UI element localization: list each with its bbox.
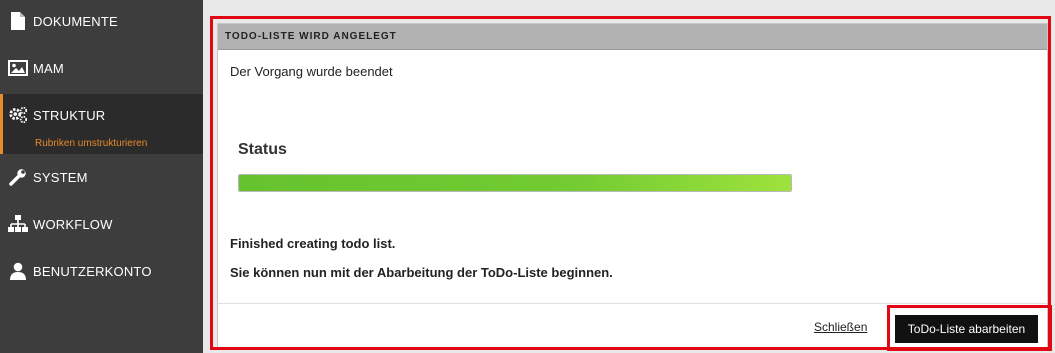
progress-bar [238,174,792,192]
close-link[interactable]: Schließen [814,320,867,334]
sidebar-item-mam[interactable]: MAM [0,47,203,89]
user-icon [8,261,28,281]
sidebar-item-system[interactable]: SYSTEM [0,156,203,198]
sidebar-item-dokumente[interactable]: DOKUMENTE [0,0,203,42]
image-icon [8,58,28,78]
process-todo-list-button[interactable]: ToDo-Liste abarbeiten [895,315,1038,343]
sidebar-item-workflow[interactable]: WORKFLOW [0,203,203,245]
sitemap-icon [8,214,28,234]
sidebar-item-label: DOKUMENTE [33,13,118,29]
dialog-title: TODO-LISTE WIRD ANGELEGT [218,24,1047,50]
footer-divider [218,303,1047,304]
progress-fill [239,175,791,191]
sidebar-item-label: SYSTEM [33,169,88,185]
sidebar-item-label: STRUKTUR [33,107,106,123]
sidebar-item-label: MAM [33,60,64,76]
sidebar: DOKUMENTE MAM STRUKTUR Rubriken umstrukt… [0,0,203,353]
sidebar-item-struktur[interactable]: STRUKTUR [0,94,203,136]
sidebar-item-label: WORKFLOW [33,216,113,232]
document-icon [8,11,28,31]
status-label: Status [238,141,287,158]
todo-dialog: TODO-LISTE WIRD ANGELEGT Der Vorgang wur… [217,23,1048,348]
sidebar-item-label: BENUTZERKONTO [33,263,152,279]
result-message: Finished creating todo list. [230,236,396,251]
gears-icon [8,105,28,125]
sidebar-subitem-rubriken-umstrukturieren[interactable]: Rubriken umstrukturieren [0,134,203,154]
dialog-message: Der Vorgang wurde beendet [230,64,393,79]
wrench-icon [8,167,28,187]
result-instruction: Sie können nun mit der Abarbeitung der T… [230,265,613,280]
sidebar-item-benutzerkonto[interactable]: BENUTZERKONTO [0,250,203,292]
